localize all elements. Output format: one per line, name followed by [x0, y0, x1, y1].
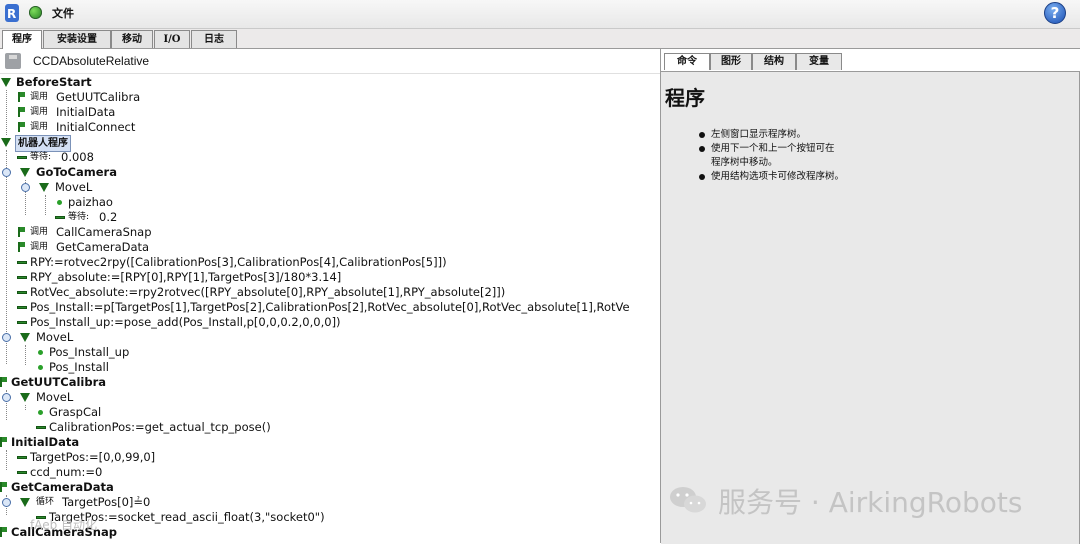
program-header: CCDAbsoluteRelative	[0, 49, 660, 74]
tree-node-assignment[interactable]: CalibrationPos:=get_actual_tcp_pose()	[0, 420, 660, 435]
breakpoint-icon[interactable]	[2, 393, 11, 402]
breakpoint-icon[interactable]	[2, 168, 11, 177]
tree-node-assignment[interactable]: RotVec_absolute:=rpy2rotvec([RPY_absolut…	[0, 285, 660, 300]
expand-triangle-icon[interactable]	[39, 183, 49, 192]
tree-node-assignment[interactable]: Pos_Install_up:=pose_add(Pos_Install,p[0…	[0, 315, 660, 330]
waypoint-icon	[38, 350, 43, 355]
ur-logo-icon: R	[5, 4, 19, 22]
expand-triangle-icon[interactable]	[1, 78, 11, 87]
tree-node-waypoint-pos-install[interactable]: Pos_Install	[0, 360, 660, 375]
tab-installation[interactable]: 安装设置	[43, 30, 111, 48]
waypoint-icon	[57, 200, 62, 205]
assignment-icon	[36, 426, 46, 429]
expand-triangle-icon[interactable]	[20, 393, 30, 402]
help-bullet: 使用结构选项卡可修改程序树。	[699, 170, 844, 184]
tree-node-assignment[interactable]: Pos_Install:=p[TargetPos[1],TargetPos[2]…	[0, 300, 660, 315]
tab-io[interactable]: I/O	[154, 30, 190, 48]
program-tree: BeforeStart 调用 GetUUTCalibra 调用 InitialD…	[0, 73, 660, 543]
tree-node-subprogram-getuutcalibra[interactable]: GetUUTCalibra	[0, 375, 660, 390]
tree-node-movel[interactable]: MoveL	[0, 330, 660, 345]
tree-node-movel[interactable]: MoveL	[0, 390, 660, 405]
save-program-icon[interactable]	[5, 53, 21, 69]
tree-node-waypoint-paizhao[interactable]: paizhao	[0, 195, 660, 210]
command-panel: 命令 图形 结构 变量 程序 左侧窗口显示程序树。 使用下一个和上一个按钮可在 …	[661, 49, 1080, 544]
subprogram-flag-icon	[0, 377, 7, 387]
assignment-icon	[55, 216, 65, 219]
tree-node-waypoint-pos-install-up[interactable]: Pos_Install_up	[0, 345, 660, 360]
tree-node-call-callcamerasnap[interactable]: 调用 CallCameraSnap	[0, 225, 660, 240]
assignment-icon	[17, 321, 27, 324]
tree-node-assignment[interactable]: RPY:=rotvec2rpy([CalibrationPos[3],Calib…	[0, 255, 660, 270]
tree-node-waypoint-graspcal[interactable]: GraspCal	[0, 405, 660, 420]
right-tabs: 命令 图形 结构 变量	[661, 49, 1080, 71]
tree-node-movel[interactable]: MoveL	[0, 180, 660, 195]
help-bullet: 使用下一个和上一个按钮可在	[699, 142, 844, 156]
tree-node-gotocamera[interactable]: GoToCamera	[0, 165, 660, 180]
title-bar: R 文件 ?	[0, 0, 1080, 29]
tree-node-call-getuutcalibra[interactable]: 调用 GetUUTCalibra	[0, 90, 660, 105]
tree-node-call-initialdata[interactable]: 调用 InitialData	[0, 105, 660, 120]
tree-node-subprogram-getcameradata[interactable]: GetCameraData	[0, 480, 660, 495]
globe-icon[interactable]	[29, 6, 42, 19]
subprogram-flag-icon	[0, 437, 7, 447]
assignment-icon	[17, 471, 27, 474]
expand-triangle-icon[interactable]	[20, 168, 30, 177]
tab-program[interactable]: 程序	[2, 30, 42, 49]
assignment-icon	[17, 156, 27, 159]
expand-triangle-icon[interactable]	[20, 333, 30, 342]
tree-node-subprogram-initialdata[interactable]: InitialData	[0, 435, 660, 450]
tree-node-assignment[interactable]: RPY_absolute:=[RPY[0],RPY[1],TargetPos[3…	[0, 270, 660, 285]
tab-graphics[interactable]: 图形	[710, 53, 752, 70]
breakpoint-icon[interactable]	[2, 333, 11, 342]
tree-node-assignment[interactable]: TargetPos:=[0,0,99,0]	[0, 450, 660, 465]
tree-node-wait[interactable]: 等待: 0.008	[0, 150, 660, 165]
call-flag-icon	[18, 92, 25, 102]
subprogram-flag-icon	[0, 527, 7, 537]
call-flag-icon	[18, 242, 25, 252]
tree-node-robot-program[interactable]: 机器人程序	[0, 135, 660, 152]
help-button[interactable]: ?	[1044, 2, 1066, 24]
wechat-watermark-icon	[670, 487, 706, 513]
tree-node-assignment[interactable]: TargetPos:=socket_read_ascii_float(3,"so…	[0, 510, 660, 525]
assignment-icon	[17, 456, 27, 459]
tab-command[interactable]: 命令	[664, 53, 710, 70]
tree-node-assignment[interactable]: ccd_num:=0	[0, 465, 660, 480]
tree-node-wait[interactable]: 等待: 0.2	[0, 210, 660, 225]
panel-title: 程序	[665, 86, 705, 110]
waypoint-icon	[38, 410, 43, 415]
call-flag-icon	[18, 227, 25, 237]
svg-text:R: R	[7, 7, 16, 21]
assignment-icon	[17, 306, 27, 309]
subprogram-flag-icon	[0, 482, 7, 492]
program-tree-panel: CCDAbsoluteRelative BeforeStart 调用 GetUU…	[0, 49, 661, 543]
tree-node-beforestart[interactable]: BeforeStart	[0, 75, 660, 90]
tree-node-call-initialconnect[interactable]: 调用 InitialConnect	[0, 120, 660, 135]
watermark-small-text: fAeb 自动化	[30, 518, 98, 532]
breakpoint-icon[interactable]	[2, 498, 11, 507]
tree-node-call-getcameradata[interactable]: 调用 GetCameraData	[0, 240, 660, 255]
help-bullet-continued: 程序树中移动。	[711, 157, 778, 168]
tab-log[interactable]: 日志	[191, 30, 237, 48]
tab-variables[interactable]: 变量	[796, 53, 842, 70]
tab-structure[interactable]: 结构	[752, 53, 796, 70]
call-flag-icon	[18, 107, 25, 117]
program-name: CCDAbsoluteRelative	[33, 54, 150, 68]
breakpoint-icon[interactable]	[21, 183, 30, 192]
assignment-icon	[17, 276, 27, 279]
waypoint-icon	[38, 365, 43, 370]
help-text: 左侧窗口显示程序树。 使用下一个和上一个按钮可在 程序树中移动。 使用结构选项卡…	[699, 128, 844, 184]
call-flag-icon	[18, 122, 25, 132]
tree-node-subprogram-callcamerasnap[interactable]: CallCameraSnap	[0, 525, 660, 540]
expand-triangle-icon[interactable]	[1, 138, 11, 147]
help-bullet: 左侧窗口显示程序树。	[699, 128, 844, 142]
command-content: 程序 左侧窗口显示程序树。 使用下一个和上一个按钮可在 程序树中移动。 使用结构…	[661, 71, 1080, 544]
watermark-text: 服务号 · AirkingRobots	[718, 486, 1023, 519]
tree-node-loop[interactable]: 循环 TargetPos[0]≟0	[0, 495, 660, 510]
assignment-icon	[17, 261, 27, 264]
assignment-icon	[17, 291, 27, 294]
expand-triangle-icon[interactable]	[20, 498, 30, 507]
file-menu[interactable]: 文件	[52, 5, 74, 21]
tab-move[interactable]: 移动	[111, 30, 153, 48]
main-tabs: 程序 安装设置 移动 I/O 日志	[0, 29, 1080, 49]
